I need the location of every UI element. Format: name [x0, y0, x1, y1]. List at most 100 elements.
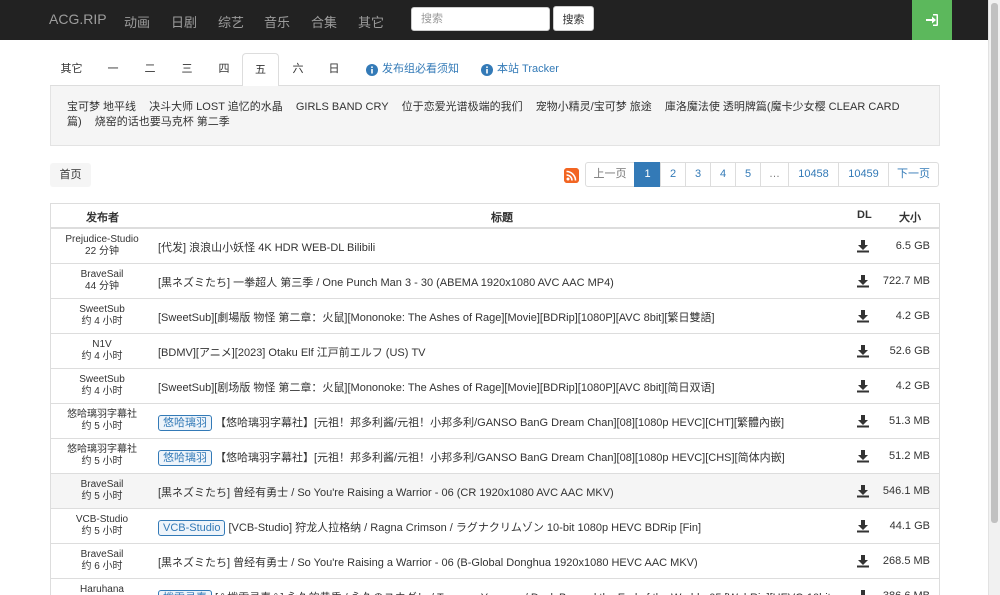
publisher-name[interactable]: 悠哈璃羽字幕社	[51, 409, 153, 421]
pagination-page-10458[interactable]: 10458	[788, 162, 839, 187]
download-icon[interactable]	[856, 589, 870, 595]
torrent-title-link[interactable]: [SweetSub][剧场版 物怪 第二章：火鼠][Mononoke: The …	[158, 382, 715, 394]
breadcrumb-home[interactable]: 首页	[50, 163, 91, 187]
login-button[interactable]	[912, 0, 952, 40]
publish-time: 22 分钟	[85, 246, 119, 257]
nav-collection[interactable]: 合集	[311, 12, 337, 31]
pagination-page-3[interactable]: 3	[685, 162, 711, 187]
tab-saturday[interactable]: 六	[280, 53, 316, 86]
publisher-name[interactable]: N1V	[51, 339, 153, 351]
size-cell: 44.1 GB	[889, 520, 930, 532]
publisher-name[interactable]: BraveSail	[51, 479, 153, 491]
week-title-link[interactable]: GIRLS BAND CRY	[296, 101, 389, 113]
title-cell: 拨雪寻春[❀拨雪寻春❀] 永久的黄昏 / 永久のユウグレ / Towa no Y…	[158, 589, 848, 595]
nav-music[interactable]: 音乐	[264, 12, 290, 31]
torrent-title-link[interactable]: 【悠哈璃羽字幕社】[元祖！邦多利酱/元祖！小邦多利/GANSO BanG Dre…	[215, 452, 785, 464]
publisher-name[interactable]: Haruhana	[51, 584, 153, 595]
download-icon[interactable]	[856, 274, 870, 288]
size-cell: 51.2 MB	[889, 450, 930, 462]
tab-notice[interactable]: 发布组必看须知	[366, 53, 459, 86]
tab-sunday[interactable]: 日	[316, 53, 352, 86]
torrent-title-link[interactable]: 【悠哈璃羽字幕社】[元祖！邦多利酱/元祖！小邦多利/GANSO BanG Dre…	[215, 417, 784, 429]
pagination-page-10459[interactable]: 10459	[838, 162, 889, 187]
publisher-name[interactable]: 悠哈璃羽字幕社	[51, 444, 153, 456]
size-cell: 51.3 MB	[889, 415, 930, 427]
rss-icon[interactable]	[564, 168, 579, 183]
team-tag[interactable]: 悠哈璃羽	[158, 415, 212, 431]
download-icon[interactable]	[856, 239, 870, 253]
torrent-title-link[interactable]: [SweetSub][劇場版 物怪 第二章：火鼠][Mononoke: The …	[158, 312, 715, 324]
torrent-title-link[interactable]: [黒ネズミたち] 一拳超人 第三季 / One Punch Man 3 - 30…	[158, 277, 614, 289]
torrent-title-link[interactable]: [黒ネズミたち] 曾经有勇士 / So You're Raising a War…	[158, 487, 614, 499]
info-icon	[481, 63, 493, 76]
publish-time: 约 4 小时	[81, 386, 123, 397]
sign-in-icon	[926, 14, 938, 26]
tab-thursday[interactable]: 四	[206, 53, 242, 86]
search-input[interactable]	[411, 7, 550, 31]
publish-time: 44 分钟	[85, 281, 119, 292]
publish-time: 约 4 小时	[81, 351, 123, 362]
page-scrollbar[interactable]	[988, 0, 1000, 595]
torrent-title-link[interactable]: [代发] 浪浪山小妖怪 4K HDR WEB-DL Bilibili	[158, 242, 375, 254]
publish-time: 约 4 小时	[81, 316, 123, 327]
pagination-page-2[interactable]: 2	[660, 162, 686, 187]
download-icon[interactable]	[856, 484, 870, 498]
torrent-title-link[interactable]: [BDMV][アニメ][2023] Otaku Elf 江戸前エルフ (US) …	[158, 347, 426, 359]
publisher-cell: BraveSail 约 5 小时	[51, 479, 153, 503]
tab-friday[interactable]: 五	[242, 53, 279, 87]
publisher-cell: BraveSail 约 6 小时	[51, 549, 153, 573]
download-icon[interactable]	[856, 414, 870, 428]
torrent-title-link[interactable]: [VCB-Studio] 狩龙人拉格纳 / Ragna Crimson / ラグ…	[228, 522, 701, 534]
publisher-cell: BraveSail 44 分钟	[51, 269, 153, 293]
tab-tracker[interactable]: 本站 Tracker	[481, 53, 559, 86]
nav-variety[interactable]: 综艺	[218, 12, 244, 31]
team-tag[interactable]: 悠哈璃羽	[158, 450, 212, 466]
publisher-name[interactable]: BraveSail	[51, 269, 153, 281]
pagination-next[interactable]: 下一页	[888, 162, 939, 187]
navbar: ACG.RIP 动画 日剧 综艺 音乐 合集 其它 搜索	[0, 0, 1000, 40]
tab-tuesday[interactable]: 二	[132, 53, 168, 86]
week-title-link[interactable]: 宝可梦 地平线	[67, 101, 136, 113]
brand-logo[interactable]: ACG.RIP	[49, 11, 107, 27]
title-cell: [黒ネズミたち] 一拳超人 第三季 / One Punch Man 3 - 30…	[158, 274, 848, 290]
torrent-table: 发布者 标题 DL 大小 Prejudice-Studio 22 分钟 [代发] 浪…	[50, 203, 940, 595]
torrent-title-link[interactable]: [黒ネズミたち] 曾经有勇士 / So You're Raising a War…	[158, 557, 698, 569]
tab-monday[interactable]: 一	[95, 53, 131, 86]
download-icon[interactable]	[856, 554, 870, 568]
table-row: N1V 约 4 小时 [BDMV][アニメ][2023] Otaku Elf 江戸前…	[51, 334, 939, 369]
download-icon[interactable]	[856, 379, 870, 393]
nav-other[interactable]: 其它	[358, 12, 384, 31]
publisher-name[interactable]: BraveSail	[51, 549, 153, 561]
pagination-page-4[interactable]: 4	[710, 162, 736, 187]
title-cell: 悠哈璃羽 【悠哈璃羽字幕社】[元祖！邦多利酱/元祖！小邦多利/GANSO BanG…	[158, 414, 848, 431]
info-icon	[366, 63, 378, 76]
publisher-name[interactable]: SweetSub	[51, 304, 153, 316]
publisher-name[interactable]: Prejudice-Studio	[51, 234, 153, 246]
week-title-link[interactable]: 位于恋爱光谱极端的我们	[402, 101, 523, 113]
title-cell: VCB-Studio [VCB-Studio] 狩龙人拉格纳 / Ragna Cr…	[158, 519, 848, 536]
pagination-page-5[interactable]: 5	[735, 162, 761, 187]
publisher-name[interactable]: VCB-Studio	[51, 514, 153, 526]
tab-wednesday[interactable]: 三	[169, 53, 205, 86]
pagination-page-1[interactable]: 1	[634, 162, 661, 187]
search-button[interactable]: 搜索	[553, 6, 594, 31]
tab-other[interactable]: 其它	[50, 53, 93, 86]
download-icon[interactable]	[856, 519, 870, 533]
team-tag[interactable]: 拨雪寻春	[158, 590, 212, 595]
team-tag[interactable]: VCB-Studio	[158, 520, 226, 536]
download-icon[interactable]	[856, 344, 870, 358]
scrollbar-thumb[interactable]	[991, 3, 998, 523]
week-title-link[interactable]: 烧窑的话也要马克杯 第二季	[95, 116, 230, 128]
header-title: 标题	[491, 212, 513, 224]
download-icon[interactable]	[856, 449, 870, 463]
download-icon[interactable]	[856, 309, 870, 323]
pagination-prev[interactable]: 上一页	[585, 162, 635, 187]
nav-drama[interactable]: 日剧	[171, 12, 197, 31]
title-cell: [黒ネズミたち] 曾经有勇士 / So You're Raising a War…	[158, 484, 848, 500]
week-title-link[interactable]: 决斗大师 LOST 追忆的水晶	[149, 101, 283, 113]
week-title-link[interactable]: 宠物小精灵/宝可梦 旅途	[536, 101, 652, 113]
size-cell: 722.7 MB	[882, 275, 930, 287]
nav-anime[interactable]: 动画	[124, 12, 150, 31]
publisher-cell: N1V 约 4 小时	[51, 339, 153, 363]
publisher-name[interactable]: SweetSub	[51, 374, 153, 386]
